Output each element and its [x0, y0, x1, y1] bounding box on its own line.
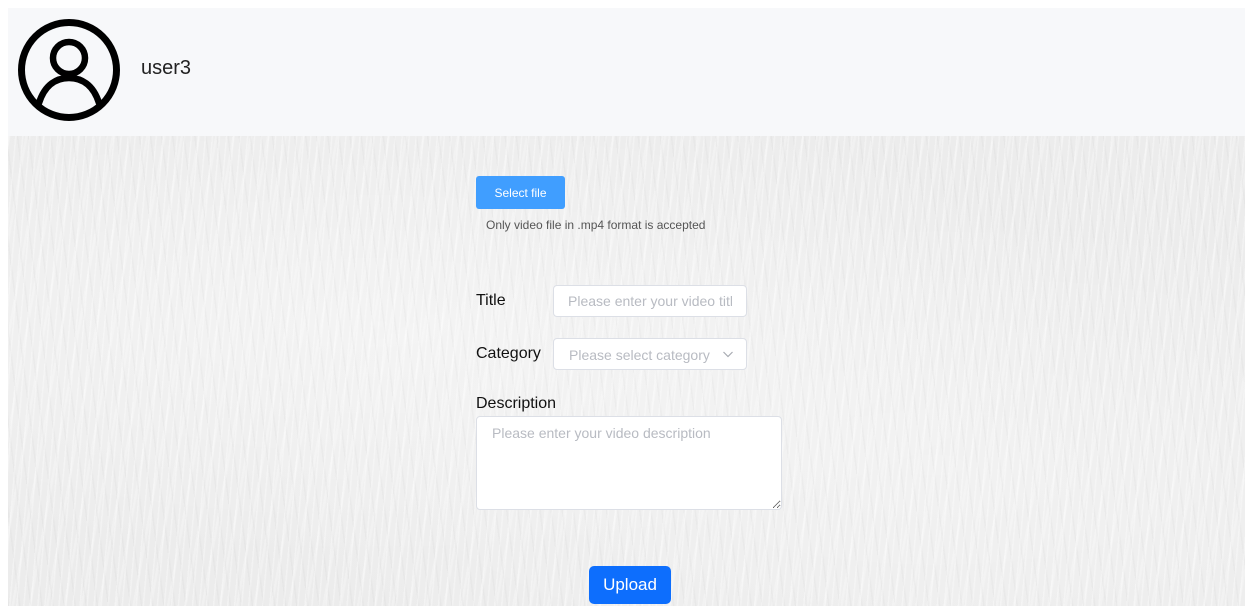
description-label: Description [476, 395, 557, 412]
username: user3 [141, 57, 192, 79]
description-textarea[interactable] [476, 416, 782, 510]
page-header: user3 [8, 8, 1245, 136]
category-label: Category [476, 345, 541, 362]
category-select-placeholder: Please select category [569, 347, 710, 363]
title-input[interactable] [553, 285, 747, 317]
app-frame: user3 Select file Only video file in .mp… [8, 8, 1245, 606]
chevron-down-icon [723, 351, 733, 358]
category-select[interactable]: Please select category [553, 338, 747, 370]
user-circle-icon [18, 19, 120, 121]
file-format-hint: Only video file in .mp4 format is accept… [486, 218, 706, 232]
upload-button[interactable]: Upload [589, 566, 671, 604]
select-file-button[interactable]: Select file [476, 176, 565, 209]
title-label: Title [476, 292, 506, 309]
upload-form-area: Select file Only video file in .mp4 form… [8, 136, 1245, 606]
